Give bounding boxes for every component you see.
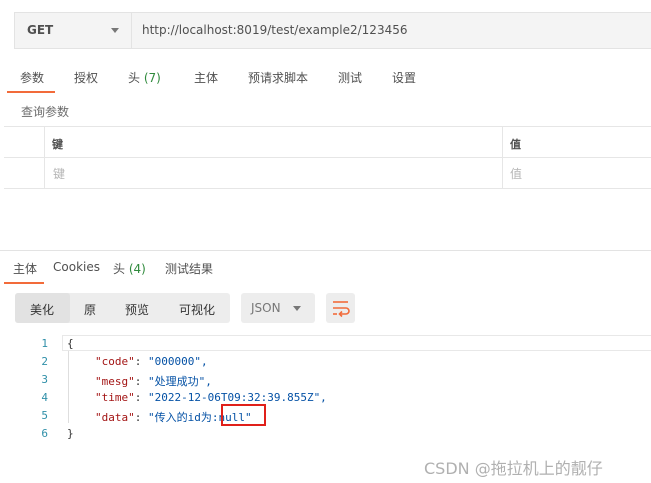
line-number: 3 bbox=[41, 373, 48, 386]
line-number: 2 bbox=[41, 355, 48, 368]
table-divider bbox=[502, 127, 503, 189]
method-label: GET bbox=[27, 23, 54, 37]
pane-divider[interactable] bbox=[0, 250, 651, 251]
response-tab-body[interactable]: 主体 bbox=[13, 260, 37, 277]
code-line: "mesg": "处理成功", bbox=[95, 375, 212, 388]
indent-guide bbox=[68, 351, 69, 423]
json-value: "处理成功", bbox=[148, 375, 212, 388]
tab-authorization[interactable]: 授权 bbox=[74, 69, 98, 86]
view-raw-button[interactable]: 原 bbox=[84, 301, 96, 318]
query-params-title: 查询参数 bbox=[21, 105, 70, 119]
format-label: JSON bbox=[251, 301, 281, 315]
tab-body[interactable]: 主体 bbox=[194, 69, 218, 86]
code-line: "time": "2022-12-06T09:32:39.855Z", bbox=[95, 391, 327, 404]
table-divider bbox=[44, 127, 45, 189]
json-value-prefix: "传入的id为: bbox=[148, 411, 219, 424]
response-tab-headers[interactable]: 头 (4) bbox=[113, 260, 146, 277]
column-header-key: 键 bbox=[52, 138, 63, 151]
line-number: 4 bbox=[41, 391, 48, 404]
line-number: 5 bbox=[41, 409, 48, 422]
line-number: 1 bbox=[41, 337, 48, 350]
view-mode-group: 美化 原 预览 可视化 bbox=[15, 293, 230, 323]
active-tab-indicator bbox=[7, 91, 55, 93]
view-pretty-button[interactable]: 美化 bbox=[30, 301, 54, 318]
json-key: "mesg" bbox=[95, 375, 135, 388]
wrap-lines-button[interactable] bbox=[326, 293, 355, 323]
json-key: "code" bbox=[95, 355, 135, 368]
response-tab-headers-count: (4) bbox=[128, 262, 146, 276]
chevron-down-icon bbox=[111, 28, 119, 33]
tab-headers[interactable]: 头 (7) bbox=[128, 69, 161, 86]
code-open-brace: { bbox=[67, 337, 74, 350]
column-header-value: 值 bbox=[510, 138, 521, 151]
format-select[interactable]: JSON bbox=[241, 293, 315, 323]
tab-headers-count: (7) bbox=[143, 71, 161, 85]
json-key: "time" bbox=[95, 391, 135, 404]
watermark: CSDN @拖拉机上的靓仔 bbox=[424, 459, 603, 478]
tab-headers-label: 头 bbox=[128, 71, 141, 85]
active-tab-indicator bbox=[4, 282, 44, 284]
response-tab-cookies[interactable]: Cookies bbox=[53, 260, 100, 274]
json-key: "data" bbox=[95, 411, 135, 424]
json-value: "2022-12-06T09:32:39.855Z", bbox=[148, 391, 327, 404]
tab-pre-request-script[interactable]: 预请求脚本 bbox=[248, 69, 308, 86]
method-select[interactable]: GET bbox=[15, 13, 132, 48]
tab-settings[interactable]: 设置 bbox=[392, 69, 416, 86]
json-value: "000000", bbox=[148, 355, 208, 368]
request-bar: GET http://localhost:8019/test/example2/… bbox=[14, 12, 651, 49]
view-visualize-button[interactable]: 可视化 bbox=[179, 301, 215, 318]
param-key-input[interactable]: 键 bbox=[53, 165, 65, 182]
response-tab-headers-label: 头 bbox=[113, 262, 126, 276]
params-table: 键 值 键 值 bbox=[4, 126, 651, 189]
line-number: 6 bbox=[41, 427, 48, 440]
current-line-highlight bbox=[62, 335, 651, 351]
view-preview-button[interactable]: 预览 bbox=[125, 301, 149, 318]
chevron-down-icon bbox=[293, 306, 301, 311]
wrap-icon bbox=[333, 301, 350, 318]
table-divider bbox=[4, 188, 651, 189]
param-value-input[interactable]: 值 bbox=[510, 165, 522, 182]
code-line: "code": "000000", bbox=[95, 355, 208, 368]
table-divider bbox=[4, 157, 651, 158]
tab-params[interactable]: 参数 bbox=[20, 69, 44, 86]
url-input[interactable]: http://localhost:8019/test/example2/1234… bbox=[142, 23, 407, 37]
highlight-annotation-box bbox=[221, 404, 266, 426]
tab-tests[interactable]: 测试 bbox=[338, 69, 362, 86]
code-close-brace: } bbox=[67, 427, 74, 440]
response-tab-test-results[interactable]: 测试结果 bbox=[165, 260, 213, 277]
